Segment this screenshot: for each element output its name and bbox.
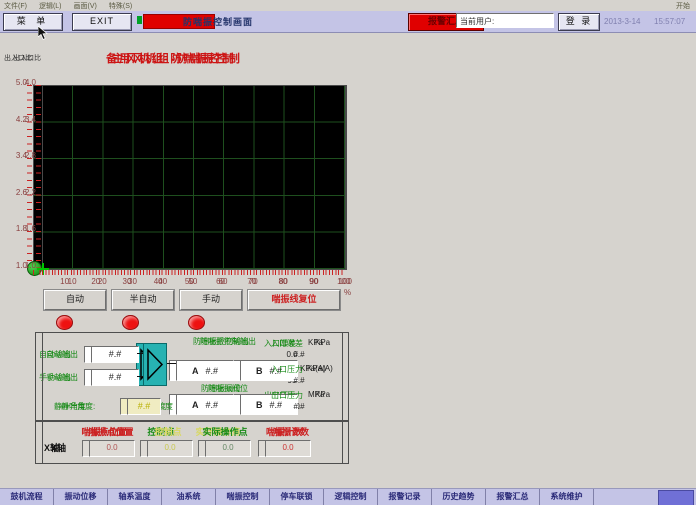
inlet-pressure-unit: KPa(A) xyxy=(307,364,333,373)
surge-count-header: 喘振计数 xyxy=(261,425,321,438)
nav-item-surge-control[interactable]: 喘振控制 xyxy=(216,489,270,505)
y-tick: 2.8 xyxy=(9,151,36,161)
x-tick: 100 xyxy=(329,277,359,286)
x-tick: 70 xyxy=(238,277,268,286)
inlet-throat-dp-label: 入口喉差 xyxy=(271,338,303,349)
nav-item-system-maintain[interactable]: 系统维护 xyxy=(540,489,594,505)
antisurge-valve-header: 防喘振阀位 xyxy=(173,383,283,394)
menu-start[interactable]: 开始 xyxy=(676,1,690,11)
vane-angle-label: 静叶角度: xyxy=(61,401,95,412)
x-tick: 50 xyxy=(178,277,208,286)
outlet-pressure-value: #.# xyxy=(279,402,319,411)
selector-switch-icon xyxy=(143,343,167,386)
antisurge-valve-a: A #.# xyxy=(176,394,234,415)
x-tick: 60 xyxy=(208,277,238,286)
chart-title: 备用风机组-防喘振控制 xyxy=(0,50,348,66)
inlet-pressure-value: #.# xyxy=(279,376,319,385)
y-tick: 4.0 xyxy=(9,78,36,88)
antisurge-output-a-value: #.# xyxy=(205,366,218,376)
nav-blue-block xyxy=(658,490,694,505)
control-output-box: 自动输出 #.# 手动输出 #.# 防喘振控制输出 A #.# B #.# 防喘… xyxy=(42,332,349,422)
b-label: B xyxy=(256,366,263,376)
y-tick: 2.2 xyxy=(9,188,36,198)
x-axis-tickmarks xyxy=(42,270,344,275)
mouse-cursor-icon xyxy=(38,26,50,41)
control-point-value: 0.0 xyxy=(147,440,193,457)
nav-item-oil-system[interactable]: 油系统 xyxy=(162,489,216,505)
date-display: 2013-3-14 xyxy=(604,17,640,26)
nav-item-logic-control[interactable]: 逻辑控制 xyxy=(324,489,378,505)
degree-unit-label: 度 xyxy=(165,401,173,412)
antisurge-output-a: A #.# xyxy=(176,360,234,381)
y-tick: 1.0 xyxy=(9,261,36,271)
inlet-pressure-label: 入口压力 xyxy=(271,364,303,375)
nav-item-shaft-temp[interactable]: 轴系温度 xyxy=(108,489,162,505)
x-tick: 20 xyxy=(87,277,117,286)
surge-point-header: 喘振点位置 xyxy=(81,425,141,438)
inlet-throat-dp-unit: KPa xyxy=(315,338,330,347)
hmi-screen: 文件(F) 逻辑(L) 画面(V) 特殊(S) 开始 菜 单 EXIT 防喘振控… xyxy=(0,0,696,505)
b-label: B xyxy=(256,400,263,410)
antisurge-valve-a-value: #.# xyxy=(205,400,218,410)
nav-item-alarm-summary[interactable]: 报警汇总 xyxy=(486,489,540,505)
menu-button[interactable]: 菜 单 xyxy=(3,13,63,31)
nav-item-vibration[interactable]: 振动位移 xyxy=(54,489,108,505)
nav-item-history-trend[interactable]: 历史趋势 xyxy=(432,489,486,505)
exit-button[interactable]: EXIT xyxy=(72,13,132,31)
alarm-indicator-chip xyxy=(137,16,142,24)
x-tick: 40 xyxy=(148,277,178,286)
nav-item-process[interactable]: 鼓机流程 xyxy=(0,489,54,505)
x-axis-percent-unit: % xyxy=(344,288,351,297)
auto-mode-lamp xyxy=(56,315,73,330)
menu-screen[interactable]: 画面(V) xyxy=(74,1,97,11)
login-button[interactable]: 登 录 xyxy=(558,13,600,31)
inlet-throat-dp-value: #.# xyxy=(279,350,319,359)
y-tick: 3.4 xyxy=(9,115,36,125)
outlet-pressure-unit: KPa xyxy=(315,390,330,399)
operating-point-value: 0.0 xyxy=(205,440,251,457)
operating-point-header: 实际操作点 xyxy=(195,425,255,438)
nav-item-alarm-record[interactable]: 报警记录 xyxy=(378,489,432,505)
y-axis-tick-labels: 4.0 3.4 2.8 2.2 1.6 1.0 xyxy=(9,78,36,271)
y-axis-tickmarks xyxy=(36,85,41,268)
y-axis-title: 出入口比 xyxy=(13,53,41,63)
current-user-field[interactable]: 当前用户: xyxy=(456,13,554,28)
nav-item-shutdown-interlock[interactable]: 停车联锁 xyxy=(270,489,324,505)
auto-output-label: 自动输出 xyxy=(46,349,78,360)
x-tick: 10 xyxy=(57,277,87,286)
auto-output-value: #.# xyxy=(91,346,139,363)
x-tick: 90 xyxy=(299,277,329,286)
semi-auto-mode-button[interactable]: 半自动 xyxy=(112,290,174,310)
menu-logic[interactable]: 逻辑(L) xyxy=(39,1,62,11)
toolbar: 菜 单 EXIT 防喘振控制画面 报警汇总 当前用户: 登 录 2013-3-1… xyxy=(0,11,696,33)
vane-angle-value: #.# xyxy=(127,398,161,415)
time-display: 15:57:07 xyxy=(654,17,685,26)
page-title: 防喘振控制画面 xyxy=(183,15,253,28)
surge-line-reset-button[interactable]: 喘振线复位 xyxy=(248,290,340,310)
manual-output-label: 手动输出 xyxy=(46,372,78,383)
x-axis-label: X轴 xyxy=(51,441,66,454)
control-point-header: 控制点 xyxy=(143,425,193,438)
semi-auto-mode-lamp xyxy=(122,315,139,330)
fan-unit-panel: 备用风机组-防喘振控制 出入口比 4.0 3.4 2.8 2.2 1.6 1.0… xyxy=(0,32,348,488)
x-axis-tick-labels: 10 20 30 40 50 60 70 80 90 100 xyxy=(57,277,359,286)
x-tick: 30 xyxy=(117,277,147,286)
bottom-nav: 鼓机流程 振动位移 轴系温度 油系统 喘振控制 停车联锁 逻辑控制 报警记录 历… xyxy=(0,488,696,505)
manual-mode-lamp xyxy=(188,315,205,330)
outlet-pressure-label: 出口压力 xyxy=(271,390,303,401)
manual-output-value: #.# xyxy=(91,369,139,386)
a-label: A xyxy=(192,400,199,410)
auto-mode-button[interactable]: 自动 xyxy=(44,290,106,310)
menu-file[interactable]: 文件(F) xyxy=(4,1,27,11)
menu-special[interactable]: 特殊(S) xyxy=(109,1,132,11)
y-tick: 1.6 xyxy=(9,224,36,234)
app-menu-bar: 文件(F) 逻辑(L) 画面(V) 特殊(S) 开始 xyxy=(0,0,696,11)
manual-mode-button[interactable]: 手动 xyxy=(180,290,242,310)
surge-point-value: 0.0 xyxy=(89,440,135,457)
x-tick: 80 xyxy=(268,277,298,286)
x-axis-data-box: X轴 喘振点位置 控制点 实际操作点 喘振计数 0.0 0.0 0.0 0.0 xyxy=(42,420,349,464)
surge-count-value: 0.0 xyxy=(265,440,311,457)
surge-trend-plot xyxy=(42,85,346,270)
a-label: A xyxy=(192,366,199,376)
